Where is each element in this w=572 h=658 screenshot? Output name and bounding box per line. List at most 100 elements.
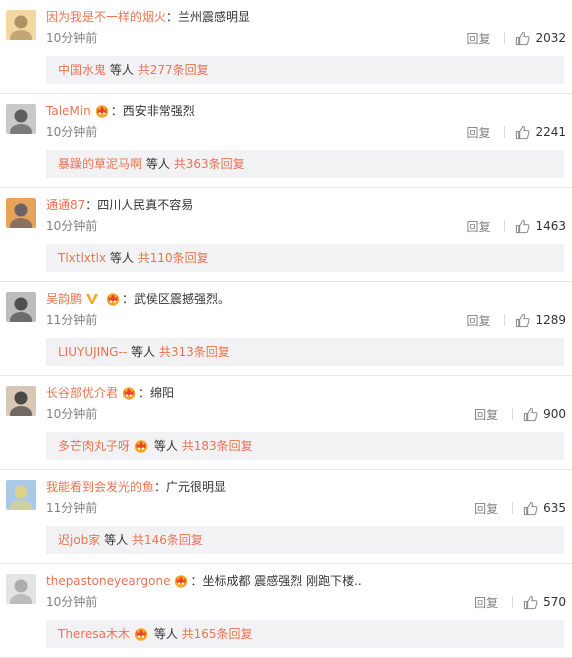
comment-username[interactable]: thepastoneyeargone	[46, 574, 170, 588]
comment-item: thepastoneyeargone ：坐标成都 震感强烈 刚跑下楼.. 10分钟前…	[0, 564, 572, 658]
comment-text: ：广元很明显	[154, 480, 227, 494]
reply-summary: 迟job家 等人 共146条回复	[46, 526, 564, 554]
comment-item: TaleMin ：西安非常强烈 10分钟前 回复 2241 暴躁的草泥马啊 等人 共363…	[0, 94, 572, 188]
member-crown-icon	[133, 626, 149, 641]
view-replies-link[interactable]: 共183条回复	[182, 439, 253, 453]
reply-others-label: 等人	[109, 63, 134, 77]
reply-username[interactable]: 暴躁的草泥马啊	[58, 157, 142, 171]
reply-button[interactable]: 回复	[466, 30, 490, 47]
thumbs-up-icon	[523, 407, 538, 421]
comment-text: ：绵阳	[138, 386, 175, 400]
comment-actions: 回复 570	[474, 593, 566, 611]
like-count[interactable]: 1463	[535, 219, 566, 233]
avatar[interactable]	[6, 480, 36, 510]
reply-username[interactable]: 中国水鬼	[58, 63, 106, 77]
reply-summary: 暴躁的草泥马啊 等人 共363条回复	[46, 150, 564, 178]
view-replies-link[interactable]: 共146条回复	[132, 533, 203, 547]
like-count[interactable]: 2032	[535, 31, 566, 45]
action-divider	[504, 32, 506, 44]
comment-time: 10分钟前	[46, 31, 98, 45]
reply-button[interactable]: 回复	[474, 594, 498, 611]
reply-username[interactable]: Theresa木木	[58, 627, 130, 641]
action-divider	[504, 126, 506, 138]
reply-username[interactable]: LIUYUJING--	[58, 345, 127, 359]
comment-text: ：兰州震感明显	[166, 10, 251, 24]
reply-button[interactable]: 回复	[466, 124, 490, 141]
comment-list: 因为我是不一样的烟火：兰州震感明显 10分钟前 回复 2032 中国水鬼 等人 共277…	[0, 0, 572, 658]
avatar[interactable]	[6, 10, 36, 40]
reply-button[interactable]: 回复	[466, 312, 490, 329]
reply-summary: Tlxtlxtlx 等人 共110条回复	[46, 244, 564, 272]
reply-username[interactable]: Tlxtlxtlx	[58, 251, 106, 265]
comment-actions: 回复 2241	[466, 123, 566, 141]
reply-summary: Theresa木木 等人 共165条回复	[46, 620, 564, 648]
comment-username[interactable]: 我能看到会发光的鱼	[46, 480, 154, 494]
member-crown-icon	[173, 573, 189, 588]
like-count[interactable]: 1289	[535, 313, 566, 327]
reply-username[interactable]: 多芒肉丸子呀	[58, 439, 130, 453]
comment-time: 10分钟前	[46, 125, 98, 139]
avatar[interactable]	[6, 574, 36, 604]
comment-line: 我能看到会发光的鱼：广元很明显	[46, 478, 562, 496]
comment-username[interactable]: 吴韵鹏	[46, 292, 82, 306]
reply-summary: 中国水鬼 等人 共277条回复	[46, 56, 564, 84]
avatar[interactable]	[6, 386, 36, 416]
comment-line: 吴韵鹏 ：武侯区震撼强烈。	[46, 290, 562, 308]
comment-username[interactable]: TaleMin	[46, 104, 91, 118]
reply-button[interactable]: 回复	[474, 500, 498, 517]
comment-line: thepastoneyeargone ：坐标成都 震感强烈 刚跑下楼..	[46, 572, 562, 590]
avatar[interactable]	[6, 292, 36, 322]
comment-actions: 回复 1463	[466, 217, 566, 235]
thumbs-up-icon	[523, 595, 538, 609]
reply-summary: LIUYUJING-- 等人 共313条回复	[46, 338, 564, 366]
avatar[interactable]	[6, 104, 36, 134]
comment-time: 10分钟前	[46, 595, 98, 609]
comment-actions: 回复 900	[474, 405, 566, 423]
view-replies-link[interactable]: 共165条回复	[182, 627, 253, 641]
reply-others-label: 等人	[153, 627, 178, 641]
comment-time: 11分钟前	[46, 501, 98, 515]
reply-button[interactable]: 回复	[466, 218, 490, 235]
comment-text: ：武侯区震撼强烈。	[122, 292, 231, 306]
like-count[interactable]: 900	[543, 407, 566, 421]
view-replies-link[interactable]: 共277条回复	[138, 63, 209, 77]
member-crown-icon	[105, 291, 121, 306]
comment-text: ：西安非常强烈	[110, 104, 195, 118]
comment-username[interactable]: 因为我是不一样的烟火	[46, 10, 166, 24]
reply-others-label: 等人	[104, 533, 129, 547]
reply-button[interactable]: 回复	[474, 406, 498, 423]
comment-time: 11分钟前	[46, 313, 98, 327]
comment-actions: 回复 2032	[466, 29, 566, 47]
comment-username[interactable]: 长谷部优介君	[46, 386, 118, 400]
comment-text: ：四川人民真不容易	[85, 198, 194, 212]
avatar[interactable]	[6, 198, 36, 228]
reply-username[interactable]: 迟job家	[58, 533, 100, 547]
thumbs-up-icon	[516, 219, 531, 233]
member-crown-icon	[94, 103, 110, 118]
thumbs-up-icon	[516, 125, 531, 139]
view-replies-link[interactable]: 共313条回复	[159, 345, 230, 359]
reply-others-label: 等人	[130, 345, 155, 359]
comment-item: 吴韵鹏 ：武侯区震撼强烈。 11分钟前 回复 1289 LIUYUJING-- 等人 共3…	[0, 282, 572, 376]
action-divider	[512, 408, 514, 420]
comment-line: 因为我是不一样的烟火：兰州震感明显	[46, 8, 562, 26]
comment-item: 我能看到会发光的鱼：广元很明显 11分钟前 回复 635 迟job家 等人 共146条回…	[0, 470, 572, 564]
comment-actions: 回复 1289	[466, 311, 566, 329]
comment-text: ：坐标成都 震感强烈 刚跑下楼..	[190, 574, 362, 588]
comment-username[interactable]: 通通87	[46, 198, 85, 212]
comment-item: 因为我是不一样的烟火：兰州震感明显 10分钟前 回复 2032 中国水鬼 等人 共277…	[0, 0, 572, 94]
reply-others-label: 等人	[145, 157, 170, 171]
comment-time: 10分钟前	[46, 219, 98, 233]
comment-line: TaleMin ：西安非常强烈	[46, 102, 562, 120]
view-replies-link[interactable]: 共110条回复	[138, 251, 209, 265]
action-divider	[504, 314, 506, 326]
comment-actions: 回复 635	[474, 499, 566, 517]
thumbs-up-icon	[516, 313, 531, 327]
reply-others-label: 等人	[109, 251, 134, 265]
like-count[interactable]: 2241	[535, 125, 566, 139]
like-count[interactable]: 570	[543, 595, 566, 609]
view-replies-link[interactable]: 共363条回复	[174, 157, 245, 171]
like-count[interactable]: 635	[543, 501, 566, 515]
action-divider	[512, 596, 514, 608]
comment-time: 10分钟前	[46, 407, 98, 421]
